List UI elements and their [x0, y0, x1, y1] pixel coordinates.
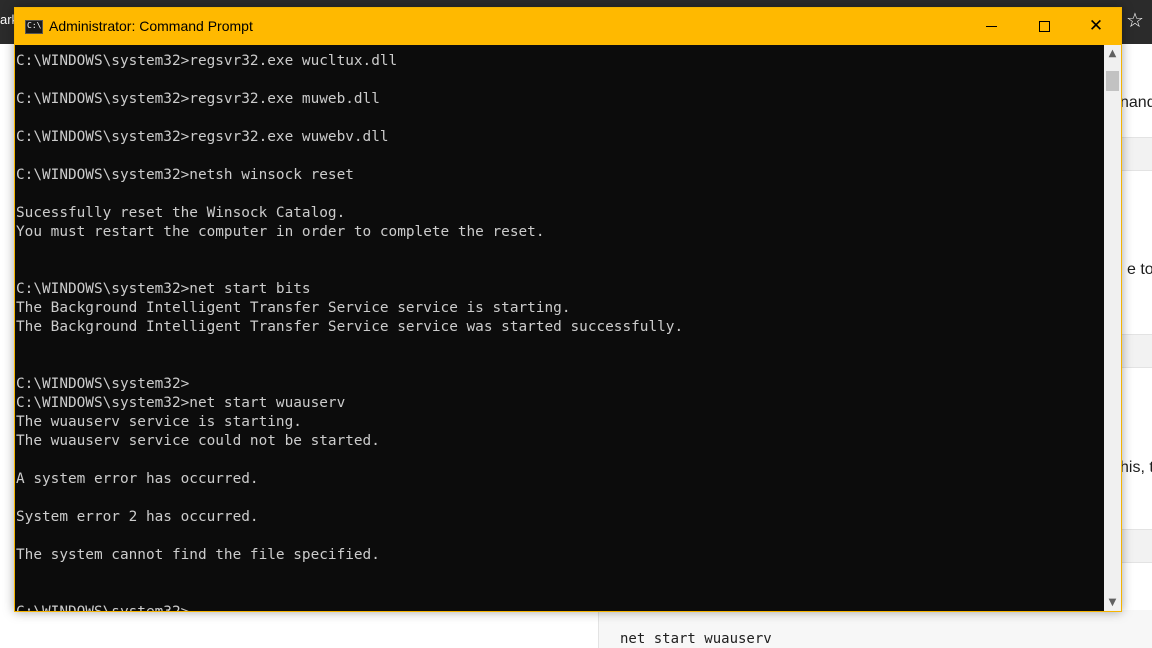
background-text-fragment: nand [1120, 94, 1152, 111]
console-line: The wuauserv service is starting. [16, 414, 302, 430]
console-line: The Background Intelligent Transfer Serv… [16, 319, 684, 335]
scroll-thumb[interactable] [1106, 71, 1119, 91]
console-line: The wuauserv service could not be starte… [16, 433, 380, 449]
maximize-button[interactable] [1018, 8, 1070, 45]
close-icon: ✕ [1088, 16, 1104, 36]
console-line: C:\WINDOWS\system32> [16, 376, 190, 392]
console-line: The system cannot find the file specifie… [16, 547, 380, 563]
console-line: C:\WINDOWS\system32>netsh winsock reset [16, 167, 354, 183]
console-line: A system error has occurred. [16, 471, 259, 487]
maximize-icon [1038, 21, 1050, 32]
vertical-scrollbar[interactable]: ▲ ▼ [1104, 45, 1121, 611]
console-line: The Background Intelligent Transfer Serv… [16, 300, 571, 316]
background-text-fragment: his, t [1120, 459, 1152, 476]
console-line: C:\WINDOWS\system32>regsvr32.exe wucltux… [16, 53, 398, 69]
console-line: System error 2 has occurred. [16, 509, 259, 525]
console-output[interactable]: C:\WINDOWS\system32>regsvr32.exe wucltux… [15, 45, 1104, 611]
console-line: You must restart the computer in order t… [16, 224, 545, 240]
console-line: C:\WINDOWS\system32>regsvr32.exe wuwebv.… [16, 129, 389, 145]
scroll-down-arrow-icon[interactable]: ▼ [1104, 594, 1121, 611]
scroll-up-arrow-icon[interactable]: ▲ [1104, 45, 1121, 62]
minimize-icon [985, 26, 997, 27]
command-prompt-window[interactable]: C:\ Administrator: Command Prompt ✕ C:\W… [14, 7, 1122, 612]
window-title: Administrator: Command Prompt [49, 18, 253, 34]
title-bar[interactable]: C:\ Administrator: Command Prompt ✕ [15, 8, 1121, 45]
close-button[interactable]: ✕ [1070, 8, 1122, 45]
background-code-text: net start wuauserv [620, 631, 772, 647]
console-line: C:\WINDOWS\system32>net start wuauserv [16, 395, 346, 411]
minimize-button[interactable] [965, 8, 1017, 45]
console-line: C:\WINDOWS\system32> [16, 603, 189, 611]
star-icon[interactable]: ☆ [1126, 8, 1144, 32]
command-prompt-icon[interactable]: C:\ [25, 20, 43, 34]
background-text-fragment: e to [1127, 261, 1152, 278]
console-line: C:\WINDOWS\system32>regsvr32.exe muweb.d… [16, 91, 380, 107]
console-line: Sucessfully reset the Winsock Catalog. [16, 205, 346, 221]
console-line: C:\WINDOWS\system32>net start bits [16, 281, 311, 297]
